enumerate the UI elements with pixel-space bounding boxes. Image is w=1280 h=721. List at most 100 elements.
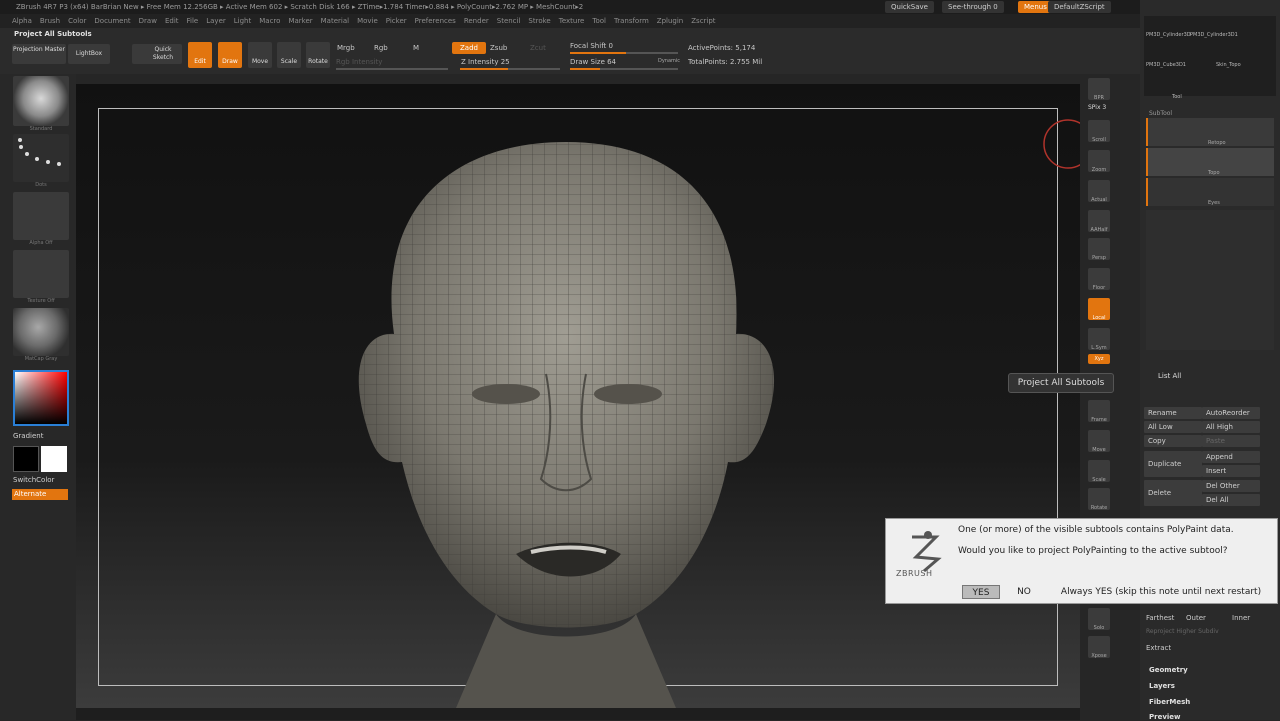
- rgb-intensity-slider[interactable]: Rgb Intensity: [336, 58, 382, 66]
- menu-item[interactable]: Stencil: [497, 17, 521, 25]
- copy-button[interactable]: Copy: [1144, 435, 1202, 447]
- menu-item[interactable]: Alpha: [12, 17, 32, 25]
- stroke-dots-icon[interactable]: [13, 134, 69, 182]
- append-button[interactable]: Append: [1202, 451, 1260, 463]
- dynamic-button[interactable]: Dynamic: [658, 58, 680, 64]
- menu-item[interactable]: Light: [234, 17, 251, 25]
- dock-rotate-button[interactable]: Rotate: [1088, 488, 1110, 511]
- zadd-button[interactable]: Zadd: [452, 42, 486, 54]
- draw-button[interactable]: Draw: [218, 42, 242, 68]
- spix-slider[interactable]: SPix 3: [1088, 104, 1106, 111]
- edit-button[interactable]: Edit: [188, 42, 212, 68]
- fibermesh-section[interactable]: FiberMesh: [1149, 698, 1190, 706]
- outer-button[interactable]: Outer: [1186, 614, 1206, 622]
- dock-local-button[interactable]: Local: [1088, 298, 1110, 321]
- auto-reorder-button[interactable]: AutoReorder: [1202, 407, 1260, 419]
- delete-button[interactable]: Delete: [1144, 480, 1202, 506]
- menu-item[interactable]: Draw: [139, 17, 157, 25]
- menu-item[interactable]: Transform: [614, 17, 649, 25]
- draw-size-track[interactable]: [570, 68, 678, 70]
- menu-item[interactable]: Document: [94, 17, 130, 25]
- menu-item[interactable]: Material: [321, 17, 349, 25]
- dock-solo-button[interactable]: Solo: [1088, 608, 1110, 631]
- canvas-viewport[interactable]: [76, 84, 1080, 708]
- menu-item[interactable]: Edit: [165, 17, 179, 25]
- color-picker-square[interactable]: [13, 370, 69, 426]
- main-color-swatch[interactable]: [13, 446, 39, 472]
- del-all-button[interactable]: Del All: [1202, 494, 1260, 506]
- alternate-button[interactable]: Alternate: [12, 489, 68, 500]
- focal-shift-track[interactable]: [570, 52, 678, 54]
- dock-persp-button[interactable]: Persp: [1088, 238, 1110, 261]
- menu-item[interactable]: Layer: [206, 17, 226, 25]
- menu-item[interactable]: Marker: [288, 17, 312, 25]
- del-other-button[interactable]: Del Other: [1202, 480, 1260, 492]
- dock-xpose-button[interactable]: Xpose: [1088, 636, 1110, 659]
- menu-item[interactable]: Tool: [592, 17, 606, 25]
- secondary-color-swatch[interactable]: [41, 446, 67, 472]
- dock-lsym-button[interactable]: L.Sym: [1088, 328, 1110, 351]
- switch-color-button[interactable]: SwitchColor: [13, 476, 54, 484]
- projection-master-button[interactable]: Projection Master: [12, 44, 66, 64]
- quick-sketch-button[interactable]: Quick Sketch: [132, 44, 182, 64]
- menu-item[interactable]: Render: [464, 17, 489, 25]
- extract-button[interactable]: Extract: [1146, 644, 1171, 652]
- rgb-intensity-track[interactable]: [336, 68, 448, 70]
- z-intensity-track[interactable]: [460, 68, 560, 70]
- menu-item[interactable]: File: [187, 17, 199, 25]
- lightbox-button[interactable]: LightBox: [68, 44, 110, 64]
- tool-thumbnails[interactable]: PM3D_Cylinder3D PM3D_Cylinder3D1 PM3D_Cu…: [1144, 16, 1276, 100]
- subtool-header[interactable]: SubTool: [1149, 110, 1172, 117]
- menu-item[interactable]: Stroke: [528, 17, 550, 25]
- menu-item[interactable]: Color: [68, 17, 86, 25]
- texture-off-icon[interactable]: [13, 250, 69, 298]
- rgb-button[interactable]: Rgb: [374, 44, 388, 52]
- draw-size-slider[interactable]: Draw Size 64: [570, 58, 616, 66]
- subtool-row[interactable]: Retopo: [1146, 118, 1274, 146]
- subtool-row-active[interactable]: Topo: [1146, 148, 1274, 176]
- menu-item[interactable]: Zscript: [691, 17, 715, 25]
- rotate-button[interactable]: Rotate: [306, 42, 330, 68]
- zsub-button[interactable]: Zsub: [490, 44, 507, 52]
- dock-scroll-button[interactable]: Scroll: [1088, 120, 1110, 143]
- menu-item[interactable]: Movie: [357, 17, 378, 25]
- subtool-row[interactable]: Eyes: [1146, 178, 1274, 206]
- geometry-section[interactable]: Geometry: [1149, 666, 1188, 674]
- insert-button[interactable]: Insert: [1202, 465, 1260, 477]
- default-zscript-button[interactable]: DefaultZScript: [1048, 1, 1111, 13]
- rename-button[interactable]: Rename: [1144, 407, 1202, 419]
- menu-item[interactable]: Macro: [259, 17, 280, 25]
- menu-item[interactable]: Texture: [559, 17, 585, 25]
- alpha-off-icon[interactable]: [13, 192, 69, 240]
- reproject-button[interactable]: Reproject Higher Subdiv: [1146, 628, 1219, 635]
- dock-zoom-button[interactable]: Zoom: [1088, 150, 1110, 173]
- z-intensity-slider[interactable]: Z Intensity 25: [461, 58, 510, 66]
- no-button[interactable]: NO: [1010, 585, 1038, 599]
- dock-xyz-button[interactable]: Xyz: [1088, 354, 1110, 364]
- duplicate-button[interactable]: Duplicate: [1144, 451, 1202, 477]
- yes-button[interactable]: YES: [962, 585, 1000, 599]
- scale-button[interactable]: Scale: [277, 42, 301, 68]
- m-button[interactable]: M: [413, 44, 419, 52]
- move-button[interactable]: Move: [248, 42, 272, 68]
- menu-item[interactable]: Zplugin: [657, 17, 683, 25]
- brush-standard-icon[interactable]: [13, 76, 69, 126]
- zcut-button[interactable]: Zcut: [530, 44, 546, 52]
- menu-item[interactable]: Picker: [386, 17, 407, 25]
- dock-aahalf-button[interactable]: AAHalf: [1088, 210, 1110, 233]
- quicksave-button[interactable]: QuickSave: [885, 1, 934, 13]
- all-low-button[interactable]: All Low: [1144, 421, 1202, 433]
- paste-button[interactable]: Paste: [1202, 435, 1260, 447]
- layers-section[interactable]: Layers: [1149, 682, 1175, 690]
- focal-shift-slider[interactable]: Focal Shift 0: [570, 42, 613, 50]
- dock-scale-button[interactable]: Scale: [1088, 460, 1110, 483]
- all-high-button[interactable]: All High: [1202, 421, 1260, 433]
- dock-bpr-button[interactable]: BPR: [1088, 78, 1110, 101]
- matcap-sphere-icon[interactable]: [13, 308, 69, 356]
- inner-button[interactable]: Inner: [1232, 614, 1250, 622]
- menu-item[interactable]: Preferences: [415, 17, 456, 25]
- dock-move-button[interactable]: Move: [1088, 430, 1110, 453]
- dock-frame-button[interactable]: Frame: [1088, 400, 1110, 423]
- dock-actual-button[interactable]: Actual: [1088, 180, 1110, 203]
- menu-item[interactable]: Brush: [40, 17, 60, 25]
